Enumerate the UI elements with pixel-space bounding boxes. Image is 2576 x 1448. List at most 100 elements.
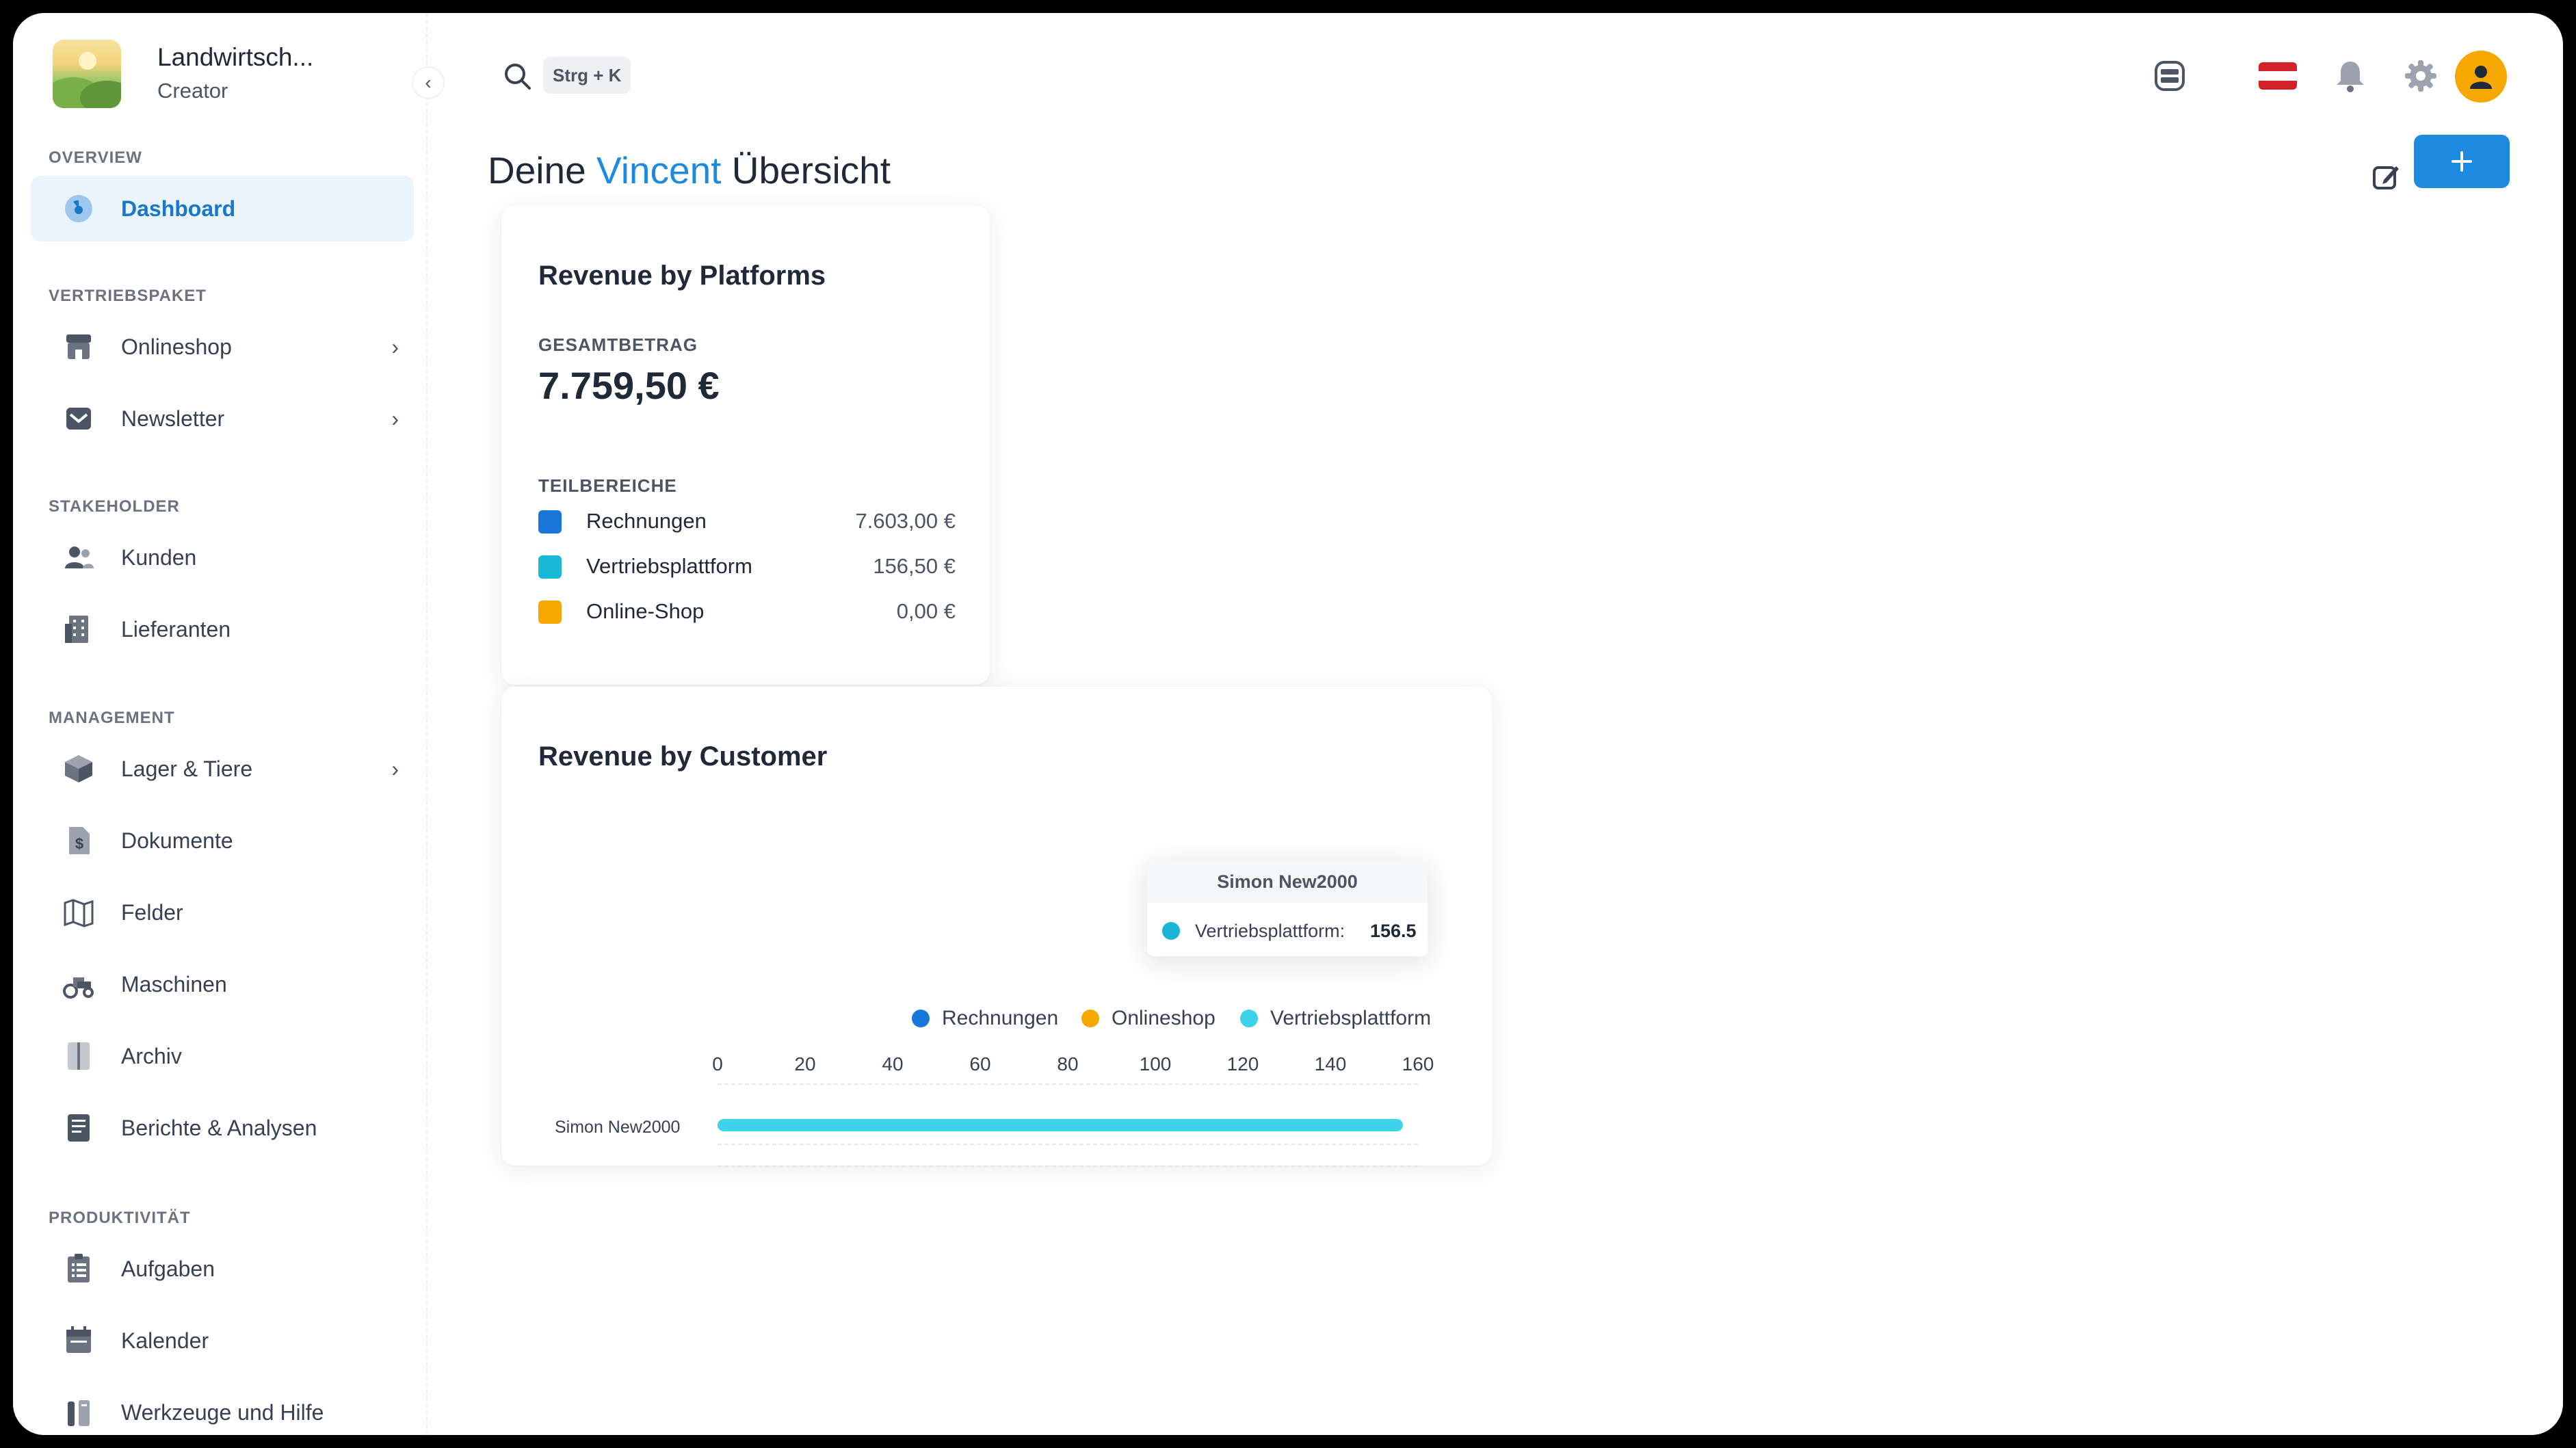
svg-text:$: $	[75, 835, 83, 852]
legend-dot	[1240, 1010, 1258, 1027]
breakdown-value: 0,00 €	[896, 599, 956, 623]
color-swatch	[538, 601, 562, 624]
sidebar-item-label: Kunden	[121, 544, 197, 570]
card-title: Revenue by Platforms	[538, 261, 826, 291]
tooltip-series-dot	[1162, 922, 1180, 940]
gear-icon	[2405, 60, 2436, 92]
search-icon[interactable]	[502, 61, 534, 92]
workspace-name: Landwirtsch...	[157, 43, 314, 71]
mail-icon	[66, 408, 91, 430]
sidebar-item-label: Kalender	[121, 1328, 209, 1353]
sidebar-item-aufgaben[interactable]: Aufgaben	[31, 1236, 414, 1302]
language-button[interactable]	[2257, 55, 2298, 96]
workspace-logo	[53, 40, 121, 108]
sidebar-item-dashboard[interactable]: Dashboard	[31, 176, 414, 241]
legend-dot	[1081, 1010, 1099, 1027]
sidebar-item-kalender[interactable]: Kalender	[31, 1308, 414, 1373]
chevron-right-icon: ›	[391, 406, 399, 431]
workspace-switcher[interactable]: Landwirtsch... Creator	[53, 28, 395, 108]
sidebar-item-werkzeuge[interactable]: Werkzeuge und Hilfe	[31, 1380, 414, 1435]
gauge-icon	[65, 195, 92, 222]
breakdown-row: Vertriebsplattform 156,50 €	[538, 549, 956, 583]
bar-vertriebsplattform[interactable]	[718, 1119, 1403, 1131]
section-stakeholder: STAKEHOLDER	[49, 497, 180, 516]
box-icon	[65, 755, 92, 782]
search-shortcut-badge[interactable]: Strg + K	[543, 57, 631, 94]
chart-legend-item[interactable]: Onlineshop	[1081, 1007, 1215, 1030]
x-tick-label: 120	[1226, 1053, 1259, 1075]
section-vertriebspaket: VERTRIEBSPAKET	[49, 287, 207, 305]
legend-label: Vertriebsplattform	[1270, 1007, 1432, 1029]
plus-icon	[2452, 151, 2472, 172]
section-produktivitaet: PRODUKTIVITÄT	[49, 1209, 191, 1227]
settings-button[interactable]	[2400, 55, 2441, 96]
sidebar-item-label: Maschinen	[121, 971, 227, 997]
grid-line	[718, 1144, 1418, 1145]
tooltip-title: Simon New2000	[1147, 860, 1428, 903]
chevron-right-icon: ›	[391, 334, 399, 359]
tasks-icon	[68, 1254, 90, 1282]
tractor-icon	[63, 977, 94, 999]
sidebar: Landwirtsch... Creator OVERVIEW Dashboar…	[13, 13, 428, 1435]
collapse-sidebar-button[interactable]: ‹	[412, 66, 445, 99]
card-title: Revenue by Customer	[538, 741, 828, 772]
x-tick-label: 20	[794, 1053, 816, 1075]
page-title-username: Vincent	[596, 149, 722, 192]
sidebar-item-lager-tiere[interactable]: Lager & Tiere ›	[31, 736, 414, 802]
add-widget-button[interactable]	[2414, 135, 2510, 188]
edit-dashboard-button[interactable]	[2366, 157, 2407, 198]
sidebar-item-kunden[interactable]: Kunden	[31, 525, 414, 590]
sidebar-item-archiv[interactable]: Archiv	[31, 1023, 414, 1089]
chart-legend-item[interactable]: Vertriebsplattform	[1240, 1007, 1431, 1030]
sidebar-item-felder[interactable]: Felder	[31, 880, 414, 945]
support-icon	[2155, 61, 2185, 91]
page-title-prefix: Deine	[488, 149, 586, 192]
calendar-icon	[66, 1326, 91, 1353]
notifications-button[interactable]	[2330, 55, 2371, 96]
sidebar-item-label: Felder	[121, 899, 183, 925]
sidebar-item-onlineshop[interactable]: Onlineshop ›	[31, 314, 414, 380]
sidebar-item-lieferanten[interactable]: Lieferanten	[31, 596, 414, 662]
breakdown-label: TEILBEREICHE	[538, 475, 677, 496]
legend-label: Onlineshop	[1112, 1007, 1215, 1029]
x-tick-label: 140	[1314, 1053, 1347, 1075]
sidebar-item-label: Newsletter	[121, 406, 225, 431]
bell-icon	[2337, 62, 2364, 92]
tooltip-series-label: Vertriebsplattform:	[1195, 921, 1345, 941]
x-tick-label: 0	[712, 1053, 723, 1075]
sidebar-item-label: Lager & Tiere	[121, 756, 253, 781]
sidebar-item-label: Lieferanten	[121, 616, 231, 642]
breakdown-value: 156,50 €	[873, 554, 956, 578]
x-tick-label: 60	[969, 1053, 991, 1075]
edit-icon	[2373, 166, 2399, 189]
legend-label: Rechnungen	[942, 1007, 1059, 1029]
color-swatch	[538, 555, 562, 579]
breakdown-row: Rechnungen 7.603,00 €	[538, 503, 956, 538]
archive-icon	[68, 1042, 90, 1070]
users-icon	[65, 547, 94, 568]
sidebar-item-dokumente[interactable]: $ Dokumente	[31, 808, 414, 873]
breakdown-row: Online-Shop 0,00 €	[538, 594, 956, 628]
avatar[interactable]	[2455, 51, 2507, 103]
breakdown-label: Vertriebsplattform	[586, 554, 752, 578]
grid-line	[718, 1083, 1418, 1085]
sidebar-item-label: Dashboard	[121, 196, 236, 221]
legend-dot	[912, 1010, 930, 1027]
report-icon	[68, 1114, 90, 1142]
sidebar-item-newsletter[interactable]: Newsletter ›	[31, 386, 414, 451]
chevron-left-icon: ‹	[425, 72, 432, 93]
sidebar-item-label: Onlineshop	[121, 334, 232, 359]
app-window: Landwirtsch... Creator OVERVIEW Dashboar…	[13, 13, 2563, 1435]
section-management: MANAGEMENT	[49, 709, 175, 727]
workspace-role: Creator	[157, 79, 228, 103]
tooltip-value: 156.5	[1370, 921, 1417, 941]
color-swatch	[538, 510, 562, 534]
revenue-by-customer-card: Revenue by Customer Rechnungen Onlineshop…	[501, 687, 1492, 1167]
sidebar-item-label: Berichte & Analysen	[121, 1115, 317, 1140]
sidebar-item-berichte[interactable]: Berichte & Analysen	[31, 1095, 414, 1161]
total-label: GESAMTBETRAG	[538, 334, 698, 355]
sidebar-item-maschinen[interactable]: Maschinen	[31, 951, 414, 1017]
chart-legend-item[interactable]: Rechnungen	[912, 1007, 1058, 1030]
user-avatar-icon	[2470, 66, 2492, 89]
support-button[interactable]	[2149, 55, 2190, 96]
